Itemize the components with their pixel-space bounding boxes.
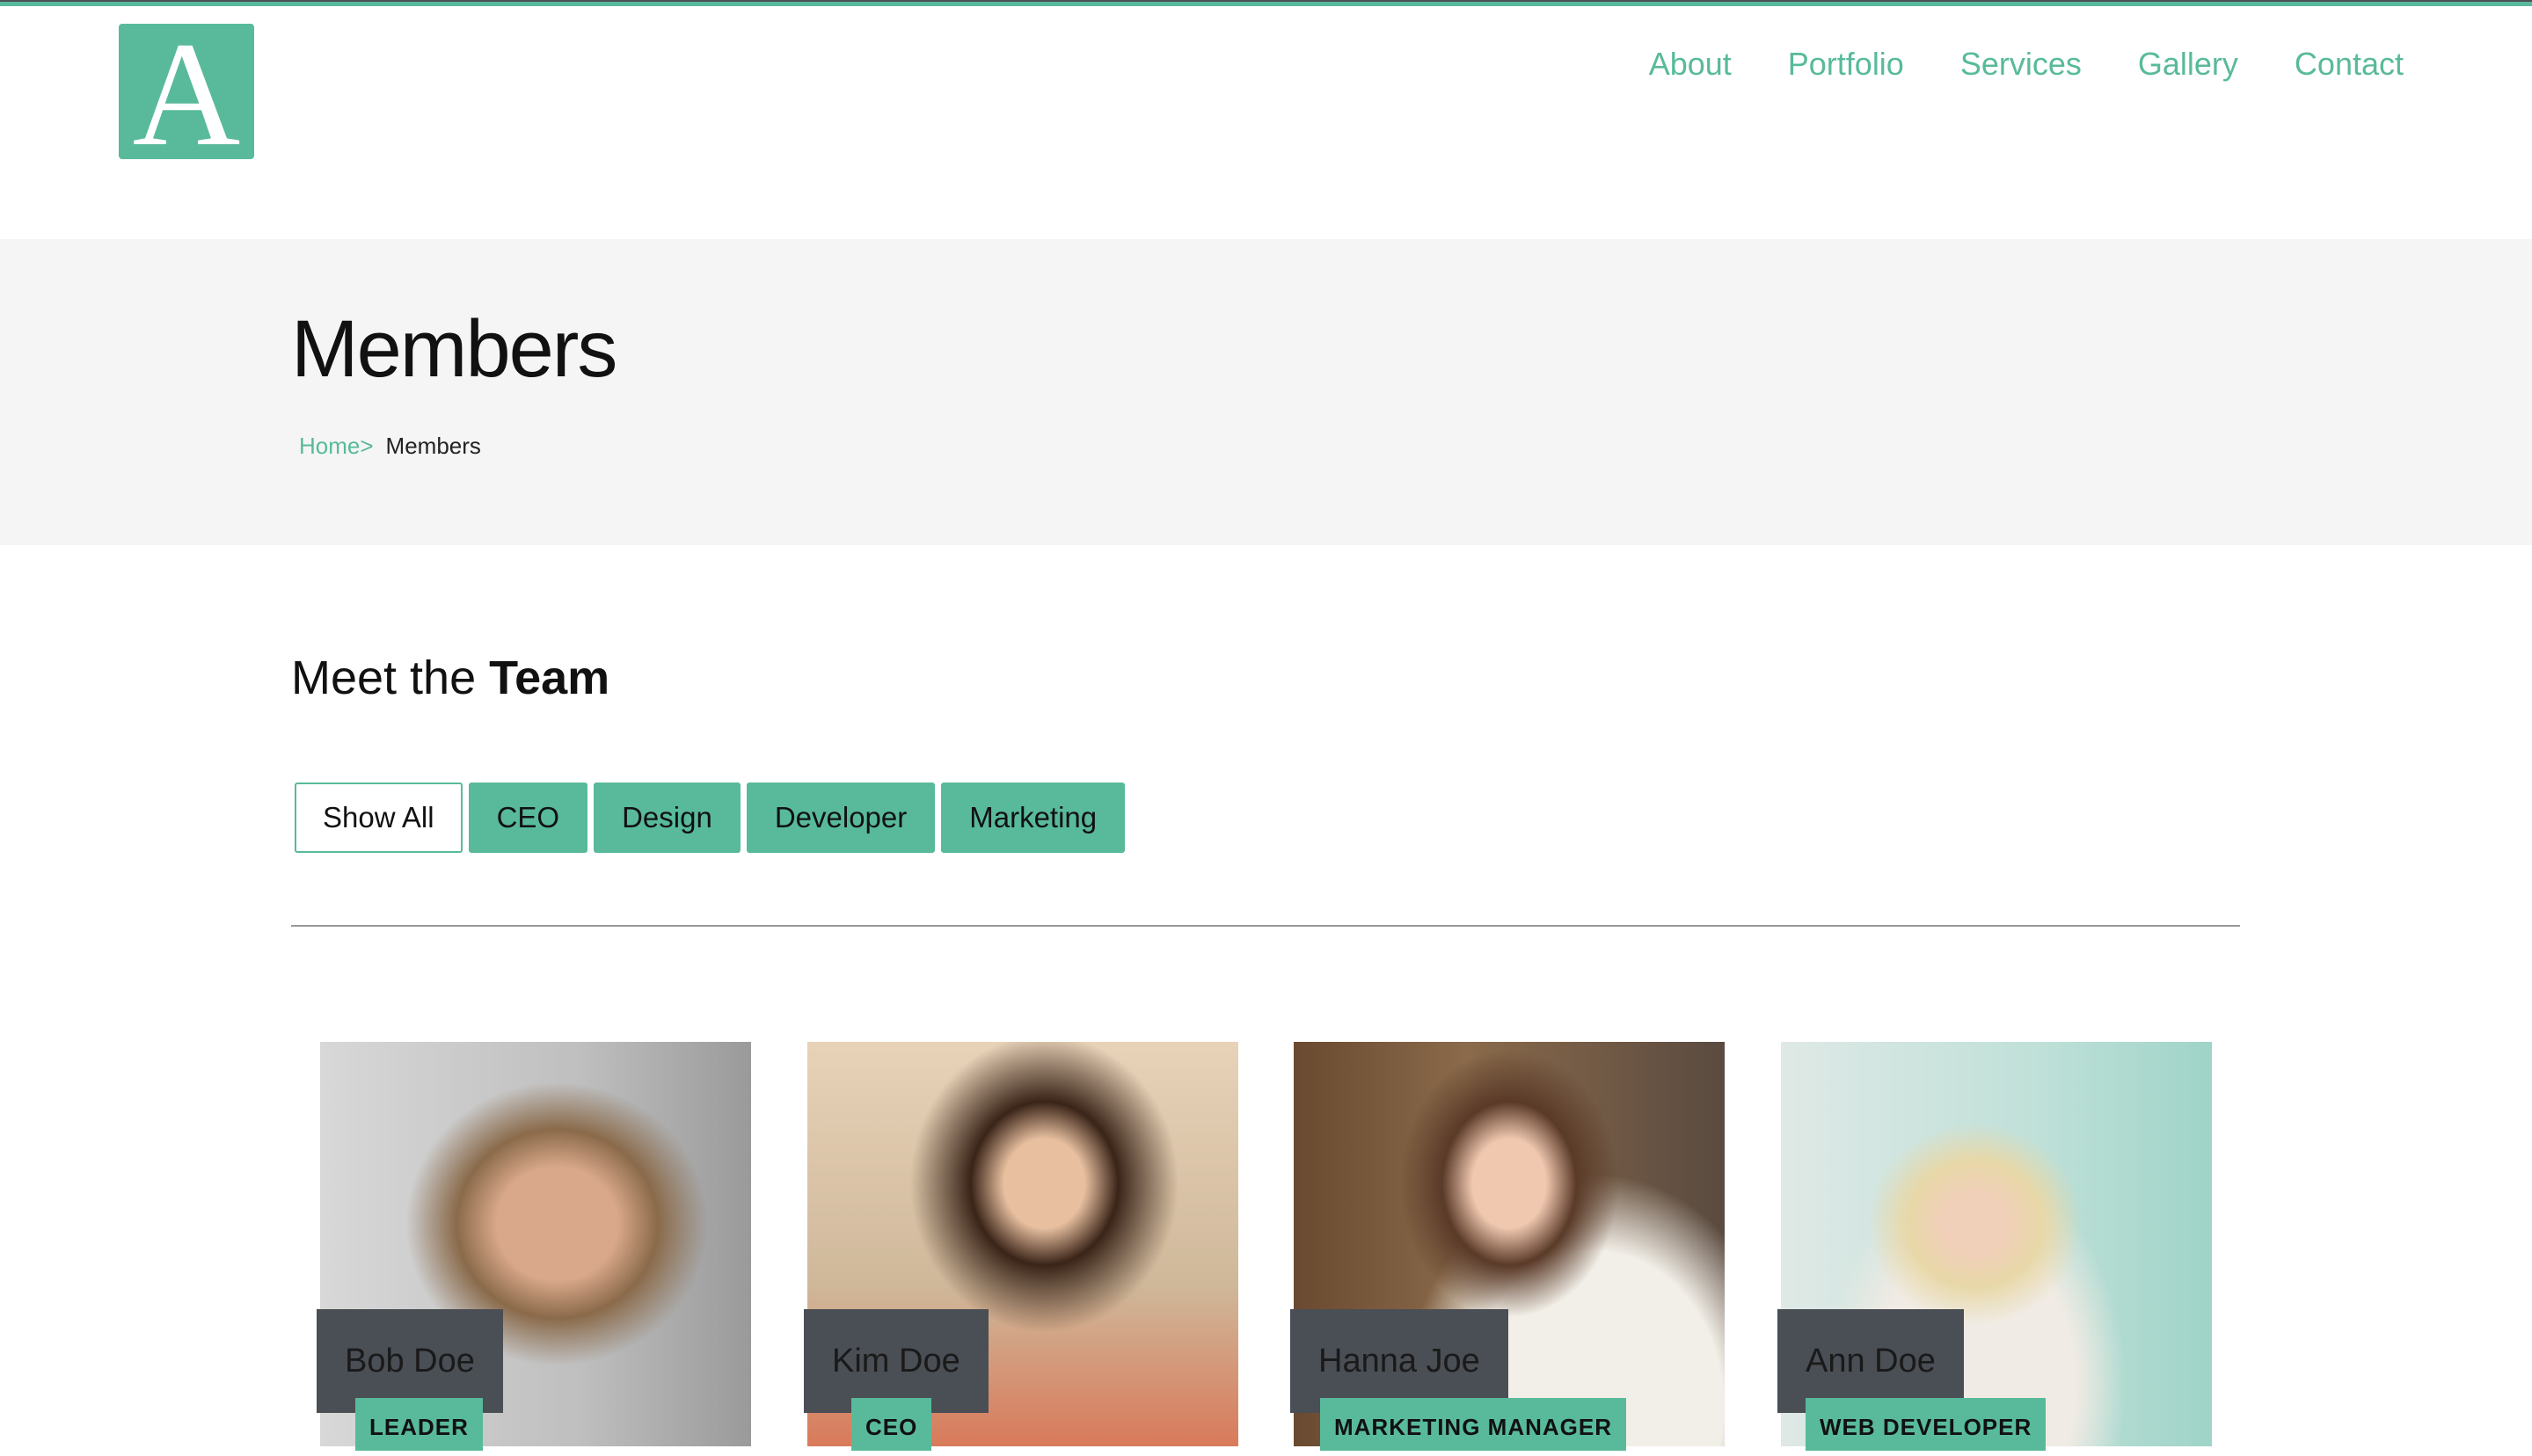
page-title: Members xyxy=(291,304,617,394)
filter-marketing[interactable]: Marketing xyxy=(941,783,1126,853)
member-role-badge: CEO xyxy=(851,1398,932,1451)
nav-gallery[interactable]: Gallery xyxy=(2138,46,2238,83)
breadcrumb-current: Members xyxy=(385,433,481,459)
top-accent-bar xyxy=(0,0,2532,6)
section-title-light: Meet the xyxy=(291,652,490,704)
breadcrumb: Home> Members xyxy=(299,433,481,460)
filter-show-all[interactable]: Show All xyxy=(295,783,463,853)
nav-portfolio[interactable]: Portfolio xyxy=(1788,46,1904,83)
filter-design[interactable]: Design xyxy=(594,783,741,853)
main-nav: About Portfolio Services Gallery Contact xyxy=(1649,46,2404,83)
filter-ceo[interactable]: CEO xyxy=(468,783,588,853)
filter-bar: Show All CEO Design Developer Marketing xyxy=(295,783,1126,853)
member-card[interactable]: Hanna Joe MARKETING MANAGER xyxy=(1290,1042,1725,1451)
member-card[interactable]: Bob Doe LEADER xyxy=(317,1042,751,1451)
member-card[interactable]: Ann Doe WEB DEVELOPER xyxy=(1777,1042,2212,1451)
member-role-badge: WEB DEVELOPER xyxy=(1806,1398,2047,1451)
nav-services[interactable]: Services xyxy=(1960,46,2082,83)
member-role-badge: MARKETING MANAGER xyxy=(1320,1398,1626,1451)
filter-developer[interactable]: Developer xyxy=(746,783,936,853)
section-title-bold: Team xyxy=(489,652,610,704)
divider xyxy=(291,925,2240,927)
section-title: Meet the Team xyxy=(291,651,609,705)
site-logo[interactable]: A xyxy=(119,19,254,169)
nav-contact[interactable]: Contact xyxy=(2295,46,2404,83)
member-role-badge: LEADER xyxy=(355,1398,483,1451)
nav-about[interactable]: About xyxy=(1649,46,1732,83)
breadcrumb-home[interactable]: Home> xyxy=(299,433,374,459)
member-card[interactable]: Kim Doe CEO xyxy=(804,1042,1238,1451)
